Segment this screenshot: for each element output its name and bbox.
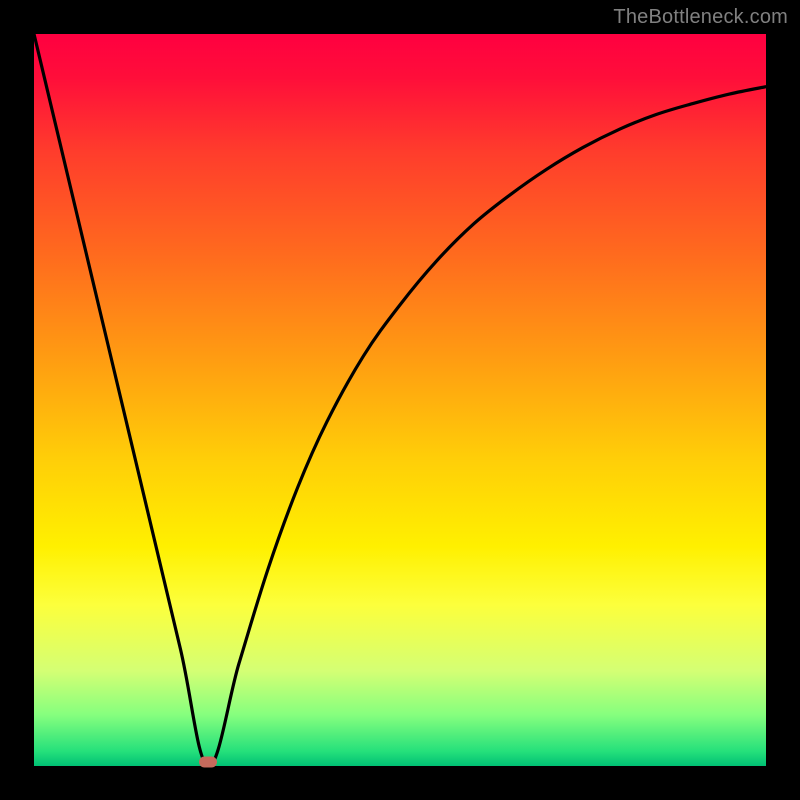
curve-svg [34, 34, 766, 766]
bottleneck-curve [34, 34, 766, 766]
minimum-marker [199, 757, 217, 768]
watermark-text: TheBottleneck.com [613, 6, 788, 29]
chart-frame: TheBottleneck.com [0, 0, 800, 800]
plot-area [34, 34, 766, 766]
